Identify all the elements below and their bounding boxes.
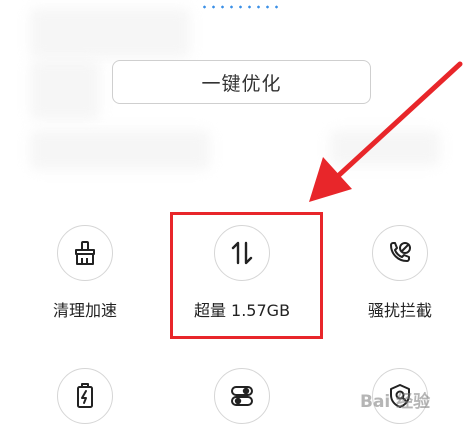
annotation-arrow-icon bbox=[309, 61, 463, 202]
watermark-text: Bai 经验 bbox=[360, 392, 431, 412]
